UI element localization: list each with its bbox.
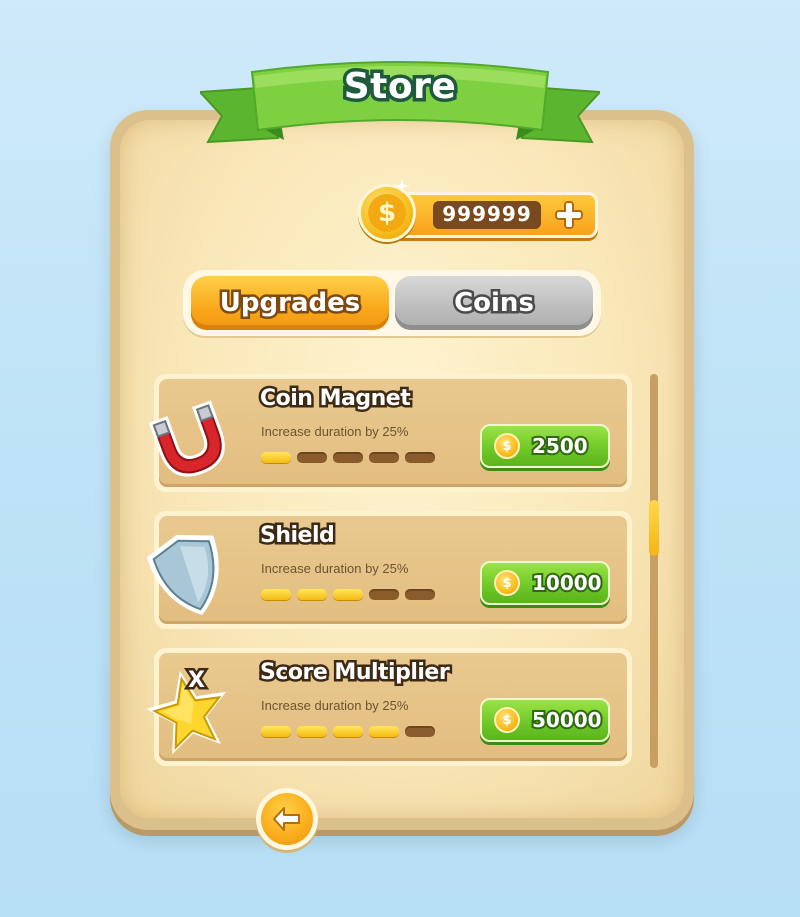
upgrade-price: 2500 (530, 432, 590, 460)
level-segment-filled (297, 726, 327, 737)
scrollbar-track[interactable] (649, 374, 659, 768)
coin-icon: $ (494, 433, 520, 459)
level-segment-filled (261, 589, 291, 600)
level-segment-filled (333, 726, 363, 737)
tab-upgrades[interactable]: Upgrades (191, 276, 389, 330)
plus-icon (555, 201, 583, 229)
level-segment-empty (405, 726, 435, 737)
tab-coins[interactable]: Coins (395, 276, 593, 330)
store-tabs: Upgrades Coins (183, 270, 601, 336)
upgrade-item-score-multiplier: X Score Multiplier Increase duration by … (145, 648, 632, 766)
multiplier-x-label: X (186, 666, 208, 696)
sparkle-icon (394, 178, 410, 194)
level-segment-filled (333, 589, 363, 600)
buy-button-coin-magnet[interactable]: $ 2500 (480, 424, 610, 468)
upgrade-price: 10000 (530, 569, 604, 597)
back-button-core (261, 793, 313, 845)
upgrade-description: Increase duration by 25% (261, 424, 409, 439)
upgrade-description: Increase duration by 25% (261, 561, 409, 576)
coin-balance: 999999 $ (358, 178, 598, 242)
level-segment-filled (261, 452, 291, 463)
add-coins-button[interactable] (549, 195, 589, 235)
coin-icon: $ (494, 570, 520, 596)
upgrade-item-shield: Shield Increase duration by 25% $ 10000 (146, 511, 632, 629)
upgrade-level-bar (261, 452, 435, 463)
upgrade-name: Coin Magnet (257, 384, 413, 414)
level-segment-filled (297, 589, 327, 600)
buy-button-shield[interactable]: $ 10000 (480, 561, 610, 605)
arrow-left-icon (273, 807, 300, 831)
upgrade-price: 50000 (530, 706, 604, 734)
upgrade-description: Increase duration by 25% (261, 698, 409, 713)
upgrade-name: Shield (257, 521, 337, 551)
upgrade-item-coin-magnet: Coin Magnet Increase duration by 25% $ 2… (148, 374, 632, 492)
tab-upgrades-label: Upgrades (217, 286, 362, 321)
level-segment-empty (369, 452, 399, 463)
shield-icon (146, 535, 219, 615)
level-segment-empty (297, 452, 327, 463)
back-button[interactable] (256, 788, 318, 850)
balance-value-box: 999999 (433, 201, 541, 229)
coin-balance-value: 999999 (442, 202, 532, 226)
coin-balance-bar: 999999 (386, 192, 598, 238)
upgrade-level-bar (261, 726, 435, 737)
upgrade-name: Score Multiplier (257, 658, 452, 688)
level-segment-empty (405, 589, 435, 600)
scrollbar-thumb[interactable] (649, 500, 659, 556)
level-segment-filled (369, 726, 399, 737)
magnet-icon (148, 400, 225, 477)
store-title: Store (340, 63, 459, 111)
title-ribbon: Store (197, 58, 603, 158)
level-segment-filled (261, 726, 291, 737)
coin-icon: $ (494, 707, 520, 733)
tab-coins-label: Coins (452, 286, 537, 321)
level-segment-empty (333, 452, 363, 463)
level-segment-empty (369, 589, 399, 600)
buy-button-score-multiplier[interactable]: $ 50000 (480, 698, 610, 742)
level-segment-empty (405, 452, 435, 463)
upgrade-level-bar (261, 589, 435, 600)
